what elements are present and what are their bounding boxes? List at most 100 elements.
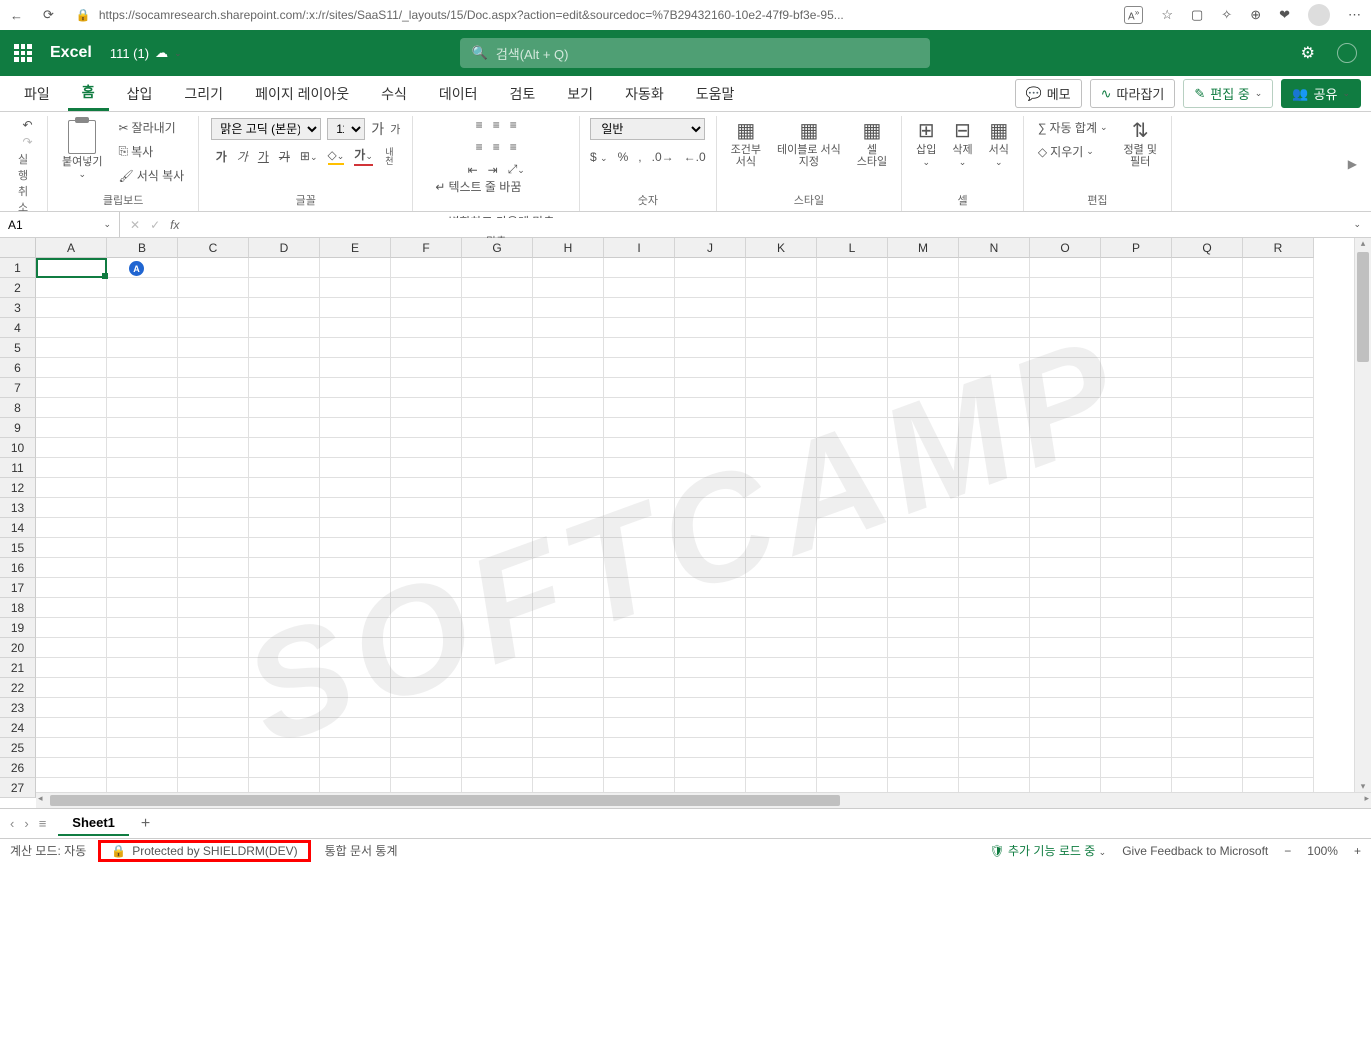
cell[interactable] xyxy=(533,618,604,638)
cell[interactable] xyxy=(107,598,178,618)
comma-icon[interactable]: , xyxy=(638,150,641,164)
cell[interactable] xyxy=(391,778,462,792)
cell[interactable] xyxy=(675,598,746,618)
cell[interactable] xyxy=(746,318,817,338)
inc-decimal-icon[interactable]: .0→ xyxy=(652,150,674,164)
cell[interactable] xyxy=(178,438,249,458)
cell[interactable] xyxy=(1101,538,1172,558)
cell[interactable] xyxy=(746,438,817,458)
cell[interactable] xyxy=(249,678,320,698)
cell[interactable] xyxy=(959,478,1030,498)
cell[interactable] xyxy=(107,418,178,438)
cell[interactable] xyxy=(675,458,746,478)
cell[interactable] xyxy=(320,658,391,678)
cell[interactable] xyxy=(675,738,746,758)
cell[interactable] xyxy=(320,378,391,398)
cell[interactable] xyxy=(320,518,391,538)
cell[interactable] xyxy=(1030,778,1101,792)
row-header[interactable]: 3 xyxy=(0,298,36,318)
cell[interactable] xyxy=(817,338,888,358)
cell[interactable] xyxy=(107,638,178,658)
cell[interactable] xyxy=(1172,258,1243,278)
cell[interactable] xyxy=(1101,378,1172,398)
cell[interactable] xyxy=(1243,278,1314,298)
cell[interactable] xyxy=(1243,338,1314,358)
number-format-select[interactable]: 일반 xyxy=(590,118,705,140)
row-header[interactable]: 25 xyxy=(0,738,36,758)
cell[interactable] xyxy=(178,478,249,498)
cell[interactable] xyxy=(888,358,959,378)
name-box[interactable]: A1⌄ xyxy=(0,212,120,237)
cell[interactable] xyxy=(604,658,675,678)
cell[interactable] xyxy=(817,638,888,658)
cell[interactable] xyxy=(1172,658,1243,678)
spreadsheet-grid[interactable]: 1234567891011121314151617181920212223242… xyxy=(0,238,1371,792)
strike-button[interactable]: 가 xyxy=(279,148,290,165)
cell[interactable] xyxy=(462,518,533,538)
tab-draw[interactable]: 그리기 xyxy=(170,76,237,111)
indent-dec-icon[interactable]: ⇤ xyxy=(468,163,478,177)
cell[interactable] xyxy=(462,318,533,338)
cell[interactable] xyxy=(746,638,817,658)
cell[interactable] xyxy=(249,518,320,538)
cell[interactable] xyxy=(462,458,533,478)
col-header[interactable]: F xyxy=(391,238,462,258)
cell[interactable] xyxy=(36,398,107,418)
row-header[interactable]: 20 xyxy=(0,638,36,658)
cell[interactable] xyxy=(462,278,533,298)
cell[interactable] xyxy=(1243,358,1314,378)
cell[interactable] xyxy=(817,298,888,318)
cell[interactable] xyxy=(178,458,249,478)
cell[interactable] xyxy=(1030,358,1101,378)
cell[interactable] xyxy=(746,538,817,558)
cell[interactable] xyxy=(959,278,1030,298)
cell[interactable] xyxy=(107,358,178,378)
cell[interactable] xyxy=(1172,398,1243,418)
cell[interactable] xyxy=(888,318,959,338)
cell[interactable] xyxy=(1101,738,1172,758)
cell[interactable] xyxy=(36,358,107,378)
row-header[interactable]: 6 xyxy=(0,358,36,378)
cell[interactable] xyxy=(462,398,533,418)
cell[interactable] xyxy=(1101,478,1172,498)
cell[interactable] xyxy=(249,398,320,418)
cell[interactable] xyxy=(959,298,1030,318)
cell[interactable] xyxy=(817,418,888,438)
cell[interactable] xyxy=(888,778,959,792)
col-header[interactable]: E xyxy=(320,238,391,258)
cell[interactable] xyxy=(107,678,178,698)
cell[interactable] xyxy=(1243,498,1314,518)
cell[interactable] xyxy=(1243,538,1314,558)
cell[interactable] xyxy=(249,738,320,758)
cell[interactable] xyxy=(1172,638,1243,658)
cell[interactable] xyxy=(1172,338,1243,358)
cell[interactable] xyxy=(1030,578,1101,598)
cell[interactable] xyxy=(1243,258,1314,278)
cell[interactable] xyxy=(107,318,178,338)
cell[interactable] xyxy=(107,778,178,792)
delete-cells-button[interactable]: ⊟삭제⌄ xyxy=(948,118,976,170)
cell[interactable] xyxy=(249,558,320,578)
col-header[interactable]: P xyxy=(1101,238,1172,258)
cell[interactable] xyxy=(178,338,249,358)
cell[interactable] xyxy=(1101,778,1172,792)
cell[interactable] xyxy=(533,758,604,778)
cell[interactable] xyxy=(888,498,959,518)
cell[interactable] xyxy=(1101,578,1172,598)
row-header[interactable]: 21 xyxy=(0,658,36,678)
col-header[interactable]: G xyxy=(462,238,533,258)
cell[interactable] xyxy=(604,378,675,398)
cell[interactable] xyxy=(675,758,746,778)
cell[interactable] xyxy=(36,598,107,618)
dec-decimal-icon[interactable]: ←.0 xyxy=(684,150,706,164)
cell[interactable] xyxy=(36,418,107,438)
sheet-next-icon[interactable]: › xyxy=(24,816,28,831)
cell[interactable] xyxy=(1243,598,1314,618)
cell[interactable] xyxy=(320,358,391,378)
cell[interactable] xyxy=(1030,298,1101,318)
zoom-in-icon[interactable]: + xyxy=(1354,844,1361,858)
cell[interactable] xyxy=(1030,258,1101,278)
cell[interactable] xyxy=(1172,458,1243,478)
cell[interactable] xyxy=(1030,538,1101,558)
cell[interactable] xyxy=(1101,498,1172,518)
